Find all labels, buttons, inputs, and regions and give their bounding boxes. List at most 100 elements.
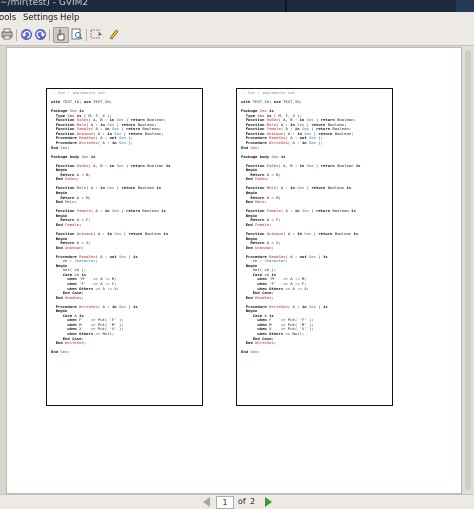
code-token: Boolean bbox=[332, 230, 354, 236]
code-token: out bbox=[109, 253, 117, 259]
menu-bar: ools Settings Help bbox=[0, 12, 474, 25]
code-token: => Null; bbox=[283, 330, 305, 336]
select-icon[interactable] bbox=[89, 27, 103, 41]
code-token: is bbox=[353, 230, 359, 236]
toolbar-separator bbox=[16, 29, 17, 41]
code-token: ; bbox=[257, 144, 260, 150]
code-token: Male bbox=[266, 185, 277, 191]
code-token: is bbox=[161, 208, 166, 214]
code-token: ( A, B : bbox=[88, 162, 110, 168]
code-token: End bbox=[55, 294, 63, 300]
code-token: A = M; bbox=[74, 194, 91, 200]
code-token: is bbox=[133, 303, 138, 309]
page-number-input[interactable]: 1 bbox=[216, 496, 234, 509]
code-token: ( A : bbox=[90, 208, 105, 214]
code-line: End Sex; bbox=[241, 349, 391, 355]
code-token: TEXT_IO; bbox=[90, 99, 112, 105]
code-token: ReadSex bbox=[255, 294, 272, 300]
code-token: TEXT_IO; bbox=[60, 99, 84, 105]
code-token: Boolean bbox=[334, 162, 356, 168]
highlight-icon[interactable] bbox=[106, 27, 120, 41]
code-token: ) bbox=[316, 303, 324, 309]
menu-tools[interactable]: ools bbox=[0, 13, 16, 23]
find-icon[interactable] bbox=[70, 27, 84, 41]
code-token: Package body bbox=[241, 153, 270, 159]
code-token: use bbox=[273, 99, 281, 105]
code-token: ) bbox=[118, 208, 126, 214]
code-token: EqSex bbox=[65, 176, 77, 182]
cursor-icon[interactable] bbox=[53, 27, 69, 43]
code-token: Boolean bbox=[142, 230, 164, 236]
code-token: ; bbox=[67, 349, 70, 355]
window-controls-area[interactable] bbox=[456, 0, 474, 12]
code-token: End bbox=[55, 199, 63, 205]
code-token: Sex bbox=[111, 208, 119, 214]
code-token: ; bbox=[273, 340, 277, 346]
code-token: WriteSex bbox=[255, 340, 274, 346]
scrollbar-thumb[interactable] bbox=[465, 50, 471, 490]
page-navigation-bar: 1 of 2 bbox=[0, 494, 474, 509]
previous-page-icon[interactable] bbox=[203, 497, 210, 507]
undo-icon[interactable] bbox=[19, 27, 33, 41]
print-icon[interactable] bbox=[0, 27, 14, 41]
code-token: ( A : bbox=[97, 303, 112, 309]
code-token: Boolean; bbox=[142, 130, 164, 136]
menu-help[interactable]: Help bbox=[60, 13, 79, 23]
code-token: WriteSex bbox=[79, 140, 98, 146]
redo-icon[interactable] bbox=[33, 27, 47, 41]
code-token: ; bbox=[264, 199, 267, 205]
code-token: Female bbox=[266, 208, 281, 214]
code-token: is bbox=[165, 162, 171, 168]
code-token: ; bbox=[76, 176, 80, 182]
code-listing: -- Sex : implements sex with TEXT_IO; use… bbox=[51, 90, 201, 355]
code-token: End bbox=[245, 199, 253, 205]
code-token: ( A : bbox=[287, 303, 302, 309]
code-token: TEXT_IO; bbox=[250, 99, 274, 105]
code-token: Female bbox=[65, 221, 80, 227]
code-token: ( A : bbox=[86, 185, 101, 191]
code-token: is bbox=[323, 303, 328, 309]
code-token: Character bbox=[264, 258, 286, 264]
code-token: out bbox=[299, 253, 307, 259]
code-token: Sex bbox=[118, 303, 126, 309]
toolbar bbox=[0, 25, 474, 46]
vertical-scrollbar[interactable] bbox=[463, 46, 474, 494]
code-token: return bbox=[316, 208, 331, 214]
code-token: WriteSex bbox=[79, 303, 98, 309]
document-page-2: -- Sex : implements sex with TEXT_IO; use… bbox=[236, 88, 393, 406]
code-token: Unknown bbox=[76, 230, 94, 236]
code-token: ReadSex bbox=[65, 294, 82, 300]
code-line: End Sex; bbox=[51, 349, 201, 355]
code-token: ; bbox=[257, 349, 260, 355]
code-token: Boolean bbox=[330, 208, 352, 214]
code-token: Sex bbox=[118, 140, 126, 146]
code-token: ); bbox=[126, 140, 134, 146]
code-token: Unknown bbox=[255, 244, 272, 250]
code-token: Boolean bbox=[325, 185, 347, 191]
code-token: Boolean; bbox=[332, 130, 354, 136]
code-token: End bbox=[245, 294, 253, 300]
menu-settings[interactable]: Settings bbox=[23, 13, 58, 23]
code-token: ); bbox=[316, 140, 324, 146]
next-page-icon[interactable] bbox=[265, 497, 272, 507]
code-token: ; bbox=[74, 199, 77, 205]
code-token: is bbox=[163, 230, 169, 236]
code-token: return bbox=[311, 185, 326, 191]
code-token: Boolean bbox=[135, 185, 157, 191]
code-token: Boolean bbox=[144, 162, 166, 168]
code-token: ; bbox=[271, 294, 274, 300]
code-token: ( A : bbox=[93, 230, 108, 236]
code-token: WriteSex bbox=[65, 340, 84, 346]
code-listing: -- Sex : implements sex with TEXT_IO; use… bbox=[241, 90, 391, 355]
code-token: return bbox=[121, 185, 136, 191]
code-token: Unknown bbox=[266, 230, 284, 236]
code-token: ) bbox=[316, 253, 324, 259]
code-token: ( A : bbox=[287, 140, 302, 146]
code-token: End bbox=[241, 349, 249, 355]
code-token: EqSex bbox=[266, 162, 279, 168]
window-title: ~/mir(test) - GVIM2 bbox=[0, 0, 89, 8]
title-bar: ~/mir(test) - GVIM2 bbox=[0, 0, 474, 12]
code-token: ) bbox=[126, 303, 134, 309]
code-token: Sex bbox=[306, 162, 314, 168]
code-token: End bbox=[245, 221, 253, 227]
